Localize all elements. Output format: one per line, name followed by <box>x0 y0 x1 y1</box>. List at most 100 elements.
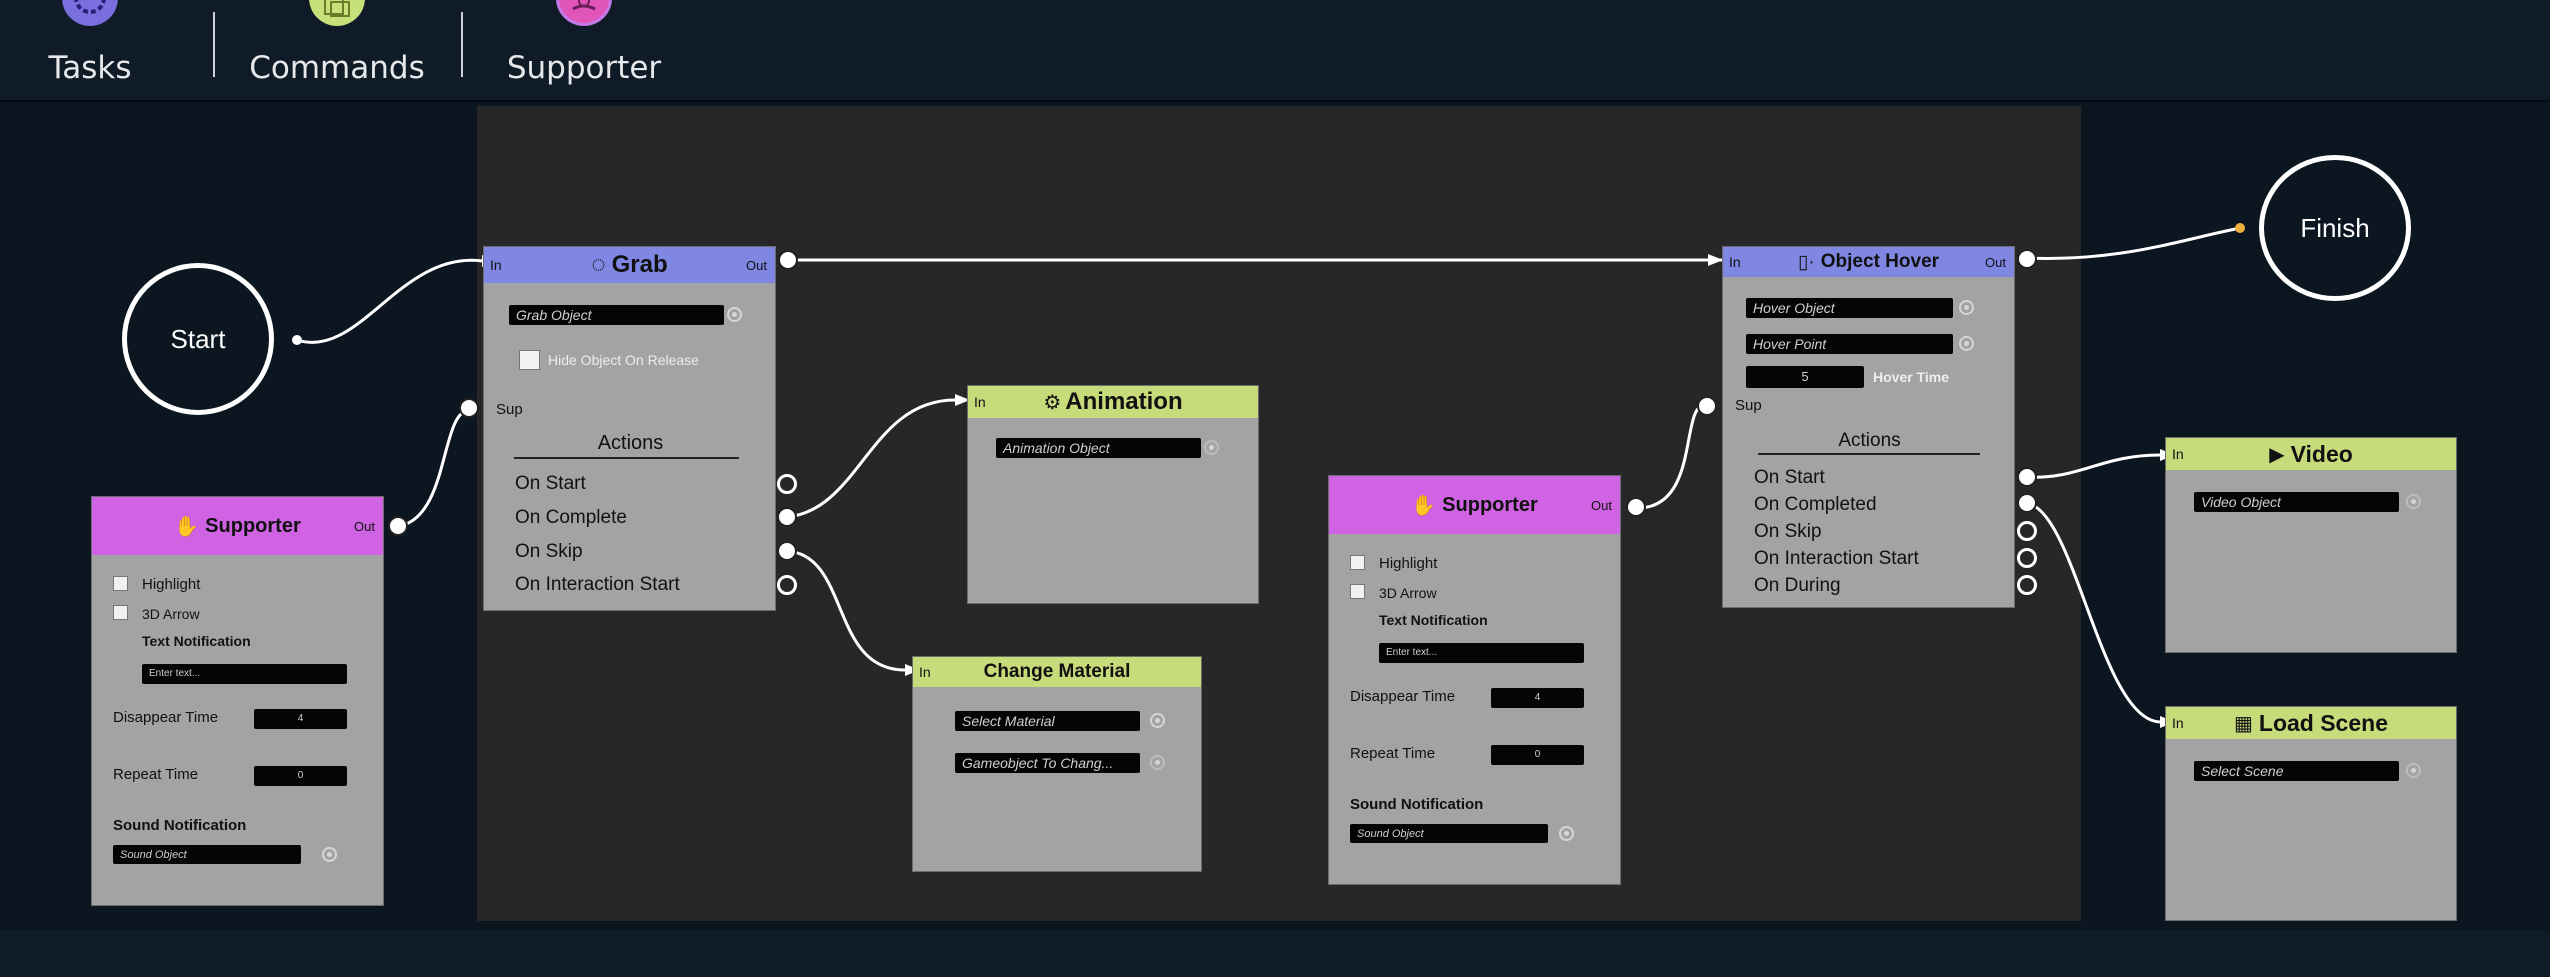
finish-node[interactable]: Finish <box>2259 155 2411 301</box>
arrow-label: 3D Arrow <box>1379 585 1437 601</box>
clapperboard-icon: ▦ <box>2233 712 2253 735</box>
node-title: Supporter <box>1442 493 1538 516</box>
disappear-time-label: Disappear Time <box>113 709 219 726</box>
grab-object-field[interactable]: Grab Object <box>509 305 724 325</box>
target-icon[interactable] <box>727 307 742 322</box>
sound-object-field[interactable]: Sound Object <box>1350 824 1548 843</box>
helping-hand-icon: ✋ <box>1411 494 1437 517</box>
target-icon[interactable] <box>1150 755 1165 770</box>
supporter-node-mid[interactable]: ✋ Supporter Out Highlight 3D Arrow Text … <box>1328 475 1621 885</box>
hover-on-interaction-start-port[interactable] <box>2017 548 2037 568</box>
target-icon[interactable] <box>1959 336 1974 351</box>
helping-hand-icon <box>556 0 612 26</box>
grab-node[interactable]: In ◌ Grab Out Grab Object Hide Object On… <box>483 246 776 611</box>
actions-divider <box>514 457 739 459</box>
hover-on-start-port[interactable] <box>2017 467 2037 487</box>
in-port-label: In <box>490 257 502 273</box>
wire-start-grab <box>296 258 484 344</box>
animation-node[interactable]: In ⚙ Animation Animation Object <box>967 385 1259 604</box>
select-scene-field[interactable]: Select Scene <box>2194 761 2399 781</box>
in-port-label: In <box>2172 446 2184 462</box>
out-port-label: Out <box>1985 254 2006 270</box>
highlight-label: Highlight <box>1379 555 1438 572</box>
object-hover-node[interactable]: In ▯· Object Hover Out Hover Object Hove… <box>1722 246 2015 608</box>
target-icon[interactable] <box>2406 763 2421 778</box>
node-title: Object Hover <box>1820 251 1940 272</box>
grab-on-interaction-start-port[interactable] <box>777 575 797 595</box>
action-on-start: On Start <box>515 473 586 494</box>
node-header[interactable]: In ▦ Load Scene <box>2166 707 2456 739</box>
disappear-time-input[interactable]: 4 <box>1491 688 1584 708</box>
node-header[interactable]: In ◌ Grab Out <box>484 247 775 283</box>
supporter-mid-out-port[interactable] <box>1626 497 1646 517</box>
hover-on-completed-port[interactable] <box>2017 493 2037 513</box>
node-header[interactable]: ✋ Supporter Out <box>92 497 383 555</box>
text-notification-input[interactable]: Enter text... <box>1379 643 1584 663</box>
node-header[interactable]: In ⚙ Animation <box>968 386 1258 418</box>
grab-on-complete-port[interactable] <box>777 507 797 527</box>
change-material-node[interactable]: In Change Material Select Material Gameo… <box>912 656 1202 872</box>
tab-tasks[interactable]: Tasks <box>30 0 150 100</box>
node-title: Supporter <box>205 514 301 537</box>
hover-point-field[interactable]: Hover Point <box>1746 334 1953 354</box>
sound-notification-label: Sound Notification <box>113 817 247 834</box>
arrow-checkbox[interactable] <box>1350 584 1365 599</box>
text-notification-label: Text Notification <box>1379 612 1488 628</box>
target-icon[interactable] <box>1959 300 1974 315</box>
grab-on-start-port[interactable] <box>777 474 797 494</box>
arrow-checkbox[interactable] <box>113 605 128 620</box>
load-scene-node[interactable]: In ▦ Load Scene Select Scene <box>2165 706 2457 921</box>
action-on-skip: On Skip <box>1754 521 1822 542</box>
video-object-field[interactable]: Video Object <box>2194 492 2399 512</box>
hover-time-input[interactable]: 5 <box>1746 366 1864 388</box>
wire-supporter-grab <box>399 408 471 528</box>
hover-object-field[interactable]: Hover Object <box>1746 298 1953 318</box>
node-header[interactable]: In ▯· Object Hover Out <box>1723 247 2014 277</box>
sound-notification-label: Sound Notification <box>1350 796 1484 813</box>
highlight-checkbox[interactable] <box>113 576 128 591</box>
repeat-time-input[interactable]: 0 <box>254 766 347 786</box>
action-on-interaction-start: On Interaction Start <box>515 574 680 595</box>
gameobject-field[interactable]: Gameobject To Chang... <box>955 753 1140 773</box>
action-on-during: On During <box>1754 575 1841 596</box>
node-header[interactable]: In Change Material <box>913 657 1201 687</box>
hover-on-skip-port[interactable] <box>2017 521 2037 541</box>
target-icon[interactable] <box>2406 494 2421 509</box>
node-title: Change Material <box>983 661 1131 682</box>
action-on-start: On Start <box>1754 467 1825 488</box>
video-node[interactable]: In ▶ Video Video Object <box>2165 437 2457 653</box>
node-header[interactable]: ✋ Supporter Out <box>1329 476 1620 534</box>
disappear-time-input[interactable]: 4 <box>254 709 347 729</box>
actions-title: Actions <box>597 432 664 454</box>
start-node[interactable]: Start <box>122 263 274 415</box>
top-bar: Tasks Commands Supporter <box>0 0 2550 102</box>
hover-out-port[interactable] <box>2017 249 2037 269</box>
finish-label: Finish <box>2300 212 2370 243</box>
grab-sup-port[interactable] <box>459 398 479 418</box>
highlight-checkbox[interactable] <box>1350 555 1365 570</box>
hide-object-checkbox[interactable] <box>519 350 540 370</box>
target-icon[interactable] <box>1559 826 1574 841</box>
target-icon[interactable] <box>322 847 337 862</box>
tab-commands[interactable]: Commands <box>246 0 428 100</box>
text-notification-input[interactable]: Enter text... <box>142 664 347 684</box>
hover-on-during-port[interactable] <box>2017 575 2037 595</box>
sound-object-field[interactable]: Sound Object <box>113 845 301 864</box>
hover-icon: ▯· <box>1797 251 1815 273</box>
tab-supporter[interactable]: Supporter <box>494 0 674 100</box>
supporter-node-left[interactable]: ✋ Supporter Out Highlight 3D Arrow Text … <box>91 496 384 906</box>
sup-label: Sup <box>496 401 523 418</box>
supporter-left-out-port[interactable] <box>388 516 408 536</box>
select-material-field[interactable]: Select Material <box>955 711 1140 731</box>
target-icon[interactable] <box>1204 440 1219 455</box>
grab-on-skip-port[interactable] <box>777 541 797 561</box>
hover-sup-port[interactable] <box>1697 396 1717 416</box>
target-icon[interactable] <box>1150 713 1165 728</box>
out-port-label: Out <box>354 518 375 534</box>
grab-out-port[interactable] <box>778 250 798 270</box>
animation-object-field[interactable]: Animation Object <box>996 438 1201 458</box>
arrow-label: 3D Arrow <box>142 606 200 622</box>
node-header[interactable]: In ▶ Video <box>2166 438 2456 470</box>
animation-icon: ⚙ <box>1043 391 1062 414</box>
repeat-time-input[interactable]: 0 <box>1491 745 1584 765</box>
